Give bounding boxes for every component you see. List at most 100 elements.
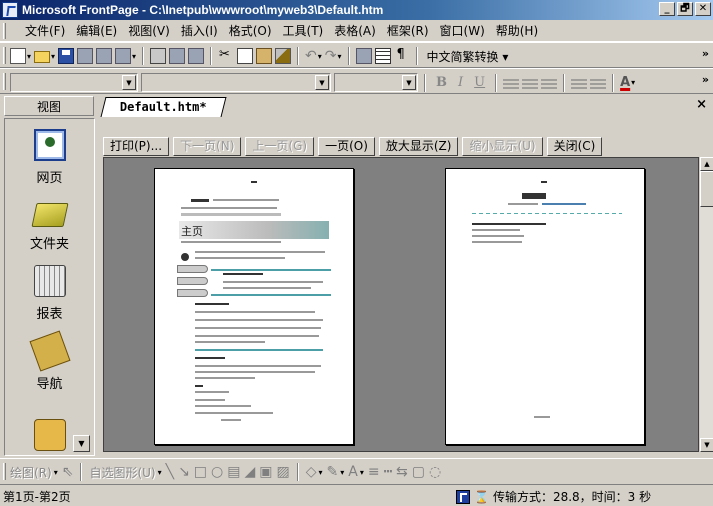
toolbar-grip[interactable] [3, 463, 6, 480]
toggle-pane-dropdown-icon[interactable]: ▾ [132, 52, 136, 61]
toolbar-grip[interactable] [3, 47, 6, 64]
close-preview-button[interactable]: 关闭(C) [546, 137, 603, 156]
redo-dropdown-icon[interactable]: ▾ [338, 52, 342, 61]
autoshapes-dropdown-icon[interactable]: ▾ [158, 468, 162, 477]
line-icon[interactable]: ╲ [166, 464, 174, 480]
align-right-icon[interactable] [541, 76, 558, 89]
menu-edit[interactable]: 编辑(E) [73, 23, 125, 39]
draw-dropdown-icon[interactable]: ▾ [54, 468, 58, 477]
views-scroll-down-button[interactable]: ▼ [73, 435, 90, 452]
dash-style-icon[interactable]: ┅ [384, 464, 392, 480]
bold-button[interactable]: B [432, 75, 451, 90]
menu-file[interactable]: 文件(F) [22, 23, 73, 39]
print-button[interactable]: 打印(P)... [103, 137, 170, 156]
toolbar-more-icon[interactable]: » [702, 47, 709, 60]
oval-icon[interactable]: ○ [211, 464, 223, 480]
web-component-icon[interactable] [355, 48, 372, 64]
prev-page-button[interactable]: 上一页(G) [245, 137, 315, 156]
open-dropdown-icon[interactable]: ▾ [51, 52, 55, 61]
redo-icon[interactable]: ↷ [325, 48, 337, 64]
download-time-status[interactable]: 传输方式：28.8，时间：3 秒 [493, 488, 651, 505]
numbering-icon[interactable] [571, 76, 588, 89]
font-color-icon[interactable]: A [620, 75, 630, 90]
align-center-icon[interactable] [522, 76, 539, 89]
undo-icon[interactable]: ↶ [305, 48, 317, 64]
menu-format[interactable]: 格式(O) [226, 23, 280, 39]
new-dropdown-icon[interactable]: ▾ [27, 52, 31, 61]
line-color-icon[interactable]: ✎ [327, 464, 339, 480]
zoom-in-button[interactable]: 放大显示(Z) [378, 137, 459, 156]
preview-vertical-scrollbar[interactable]: ▲ ▼ [699, 157, 713, 452]
menu-insert[interactable]: 插入(I) [178, 23, 226, 39]
italic-button[interactable]: I [454, 75, 467, 90]
menu-table[interactable]: 表格(A) [331, 23, 384, 39]
select-objects-icon[interactable]: ⇖ [62, 464, 74, 480]
toolbar-grip[interactable] [3, 73, 6, 90]
rectangle-icon[interactable]: □ [194, 464, 207, 480]
format-painter-icon[interactable] [275, 48, 292, 64]
print-preview-area[interactable]: 主页 [103, 157, 699, 452]
draw-menu-button[interactable]: 绘图(R) [10, 464, 52, 481]
font-color-dropdown-icon[interactable]: ▾ [631, 78, 635, 87]
font-size-select[interactable]: ▼ [334, 73, 418, 92]
arrow-style-icon[interactable]: ⇆ [396, 464, 408, 480]
close-button[interactable]: ✕ [695, 2, 711, 16]
textbox-icon[interactable]: ▤ [227, 464, 240, 480]
zoom-out-button[interactable]: 缩小显示(U) [462, 137, 543, 156]
toggle-pane-icon[interactable] [115, 48, 132, 64]
menu-tools[interactable]: 工具(T) [280, 23, 332, 39]
menu-window[interactable]: 窗口(W) [437, 23, 493, 39]
spelling-icon[interactable] [188, 48, 205, 64]
menu-help[interactable]: 帮助(H) [493, 23, 546, 39]
underline-button[interactable]: U [470, 75, 489, 90]
font-color-draw-dropdown-icon[interactable]: ▾ [360, 468, 364, 477]
undo-dropdown-icon[interactable]: ▾ [318, 52, 322, 61]
folder-list-icon[interactable] [96, 48, 113, 64]
style-select[interactable]: ▼ [10, 73, 138, 92]
cut-icon[interactable] [218, 47, 234, 64]
paste-icon[interactable] [256, 48, 273, 64]
view-reports[interactable]: 报表 [5, 265, 94, 322]
wordart-icon[interactable]: ◢ [244, 464, 255, 480]
show-all-icon[interactable] [394, 47, 410, 64]
menu-frames[interactable]: 框架(R) [384, 23, 437, 39]
one-page-button[interactable]: 一页(O) [318, 137, 375, 156]
align-left-icon[interactable] [503, 76, 520, 89]
view-folders[interactable]: 文件夹 [5, 197, 94, 252]
toolbar-more-icon[interactable]: » [702, 73, 709, 86]
clipart-icon[interactable]: ▣ [259, 464, 272, 480]
restore-button[interactable]: 🗗 [677, 2, 693, 16]
menu-view[interactable]: 视图(V) [125, 23, 178, 39]
frontpage-logo-icon[interactable] [2, 2, 18, 18]
next-page-button[interactable]: 下一页(N) [173, 137, 242, 156]
scroll-down-button[interactable]: ▼ [700, 438, 713, 452]
scroll-up-button[interactable]: ▲ [700, 157, 713, 171]
close-document-icon[interactable]: × [696, 97, 707, 112]
scrollbar-thumb[interactable] [700, 171, 713, 207]
autoshapes-button[interactable]: 自选图形(U) [89, 464, 155, 481]
insert-table-icon[interactable] [374, 48, 391, 64]
open-icon[interactable] [34, 51, 51, 63]
chinese-conversion-button[interactable]: 中文简繁转换 ▾ [424, 48, 512, 65]
font-select[interactable]: ▼ [141, 73, 331, 92]
shadow-icon[interactable]: ▢ [412, 464, 425, 480]
view-navigation[interactable]: 导航 [5, 330, 94, 392]
minimize-button[interactable]: _ [659, 2, 675, 16]
document-tab[interactable]: Default.htm* [100, 97, 227, 117]
publish-web-icon[interactable] [77, 48, 94, 64]
line-style-icon[interactable]: ≡ [368, 464, 380, 480]
print-icon[interactable] [150, 48, 167, 64]
copy-icon[interactable] [237, 48, 254, 64]
line-color-dropdown-icon[interactable]: ▾ [340, 468, 344, 477]
view-page[interactable]: 网页 [5, 129, 94, 186]
preview-in-browser-icon[interactable] [169, 48, 186, 64]
3d-icon[interactable]: ◌ [429, 464, 441, 480]
arrow-icon[interactable]: ↘ [178, 464, 190, 480]
picture-icon[interactable]: ▨ [277, 464, 290, 480]
fill-color-dropdown-icon[interactable]: ▾ [319, 468, 323, 477]
menu-grip[interactable] [3, 23, 6, 39]
bullets-icon[interactable] [590, 76, 607, 89]
font-color-draw-icon[interactable]: A [348, 464, 358, 480]
new-page-icon[interactable] [10, 48, 26, 64]
fill-color-icon[interactable]: ◇ [306, 464, 317, 480]
